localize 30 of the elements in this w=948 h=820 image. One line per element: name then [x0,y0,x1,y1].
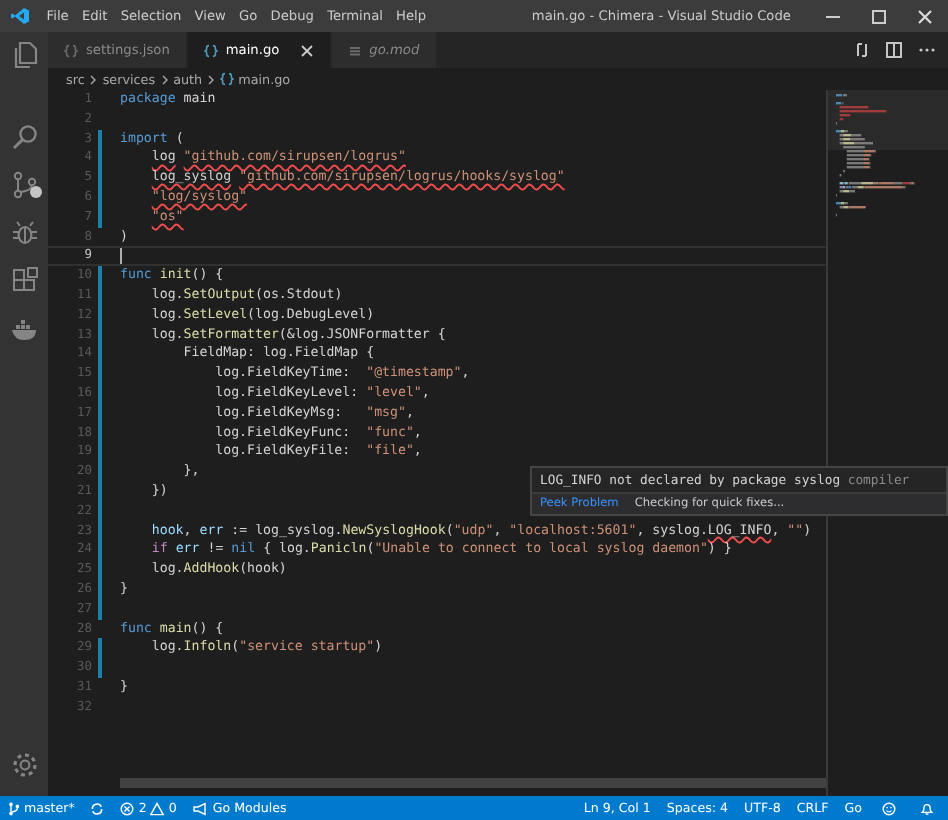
extensions-icon[interactable] [9,266,39,296]
warning-icon [150,801,165,815]
chevron-icon [88,73,99,85]
close-icon[interactable] [299,43,314,57]
megaphone-icon [192,801,209,815]
text-cursor [120,248,122,265]
braces-icon [220,72,235,86]
braces-icon [64,43,78,57]
chevron-icon [206,73,217,85]
lines-icon [347,43,362,57]
bug-icon[interactable] [9,218,39,248]
smiley-icon[interactable] [882,801,896,815]
close-icon[interactable] [916,7,934,25]
chevron-icon [159,73,170,85]
maximize-icon[interactable] [870,7,888,25]
bell-icon[interactable] [920,801,934,815]
source-control-icon[interactable] [9,170,39,200]
error-icon [120,801,135,815]
compare-icon[interactable] [854,42,870,58]
sync-icon[interactable] [90,801,105,815]
search-icon[interactable] [9,122,39,152]
settings-icon[interactable] [9,750,39,780]
braces-icon [203,43,218,57]
whale-icon[interactable] [9,314,39,344]
branch-icon [8,801,20,815]
horizontal-scrollbar[interactable] [120,778,826,788]
files-icon[interactable] [9,40,39,70]
split-editor-icon[interactable] [886,42,902,58]
vscode-logo-icon [10,6,30,26]
badge-dot [29,186,41,198]
